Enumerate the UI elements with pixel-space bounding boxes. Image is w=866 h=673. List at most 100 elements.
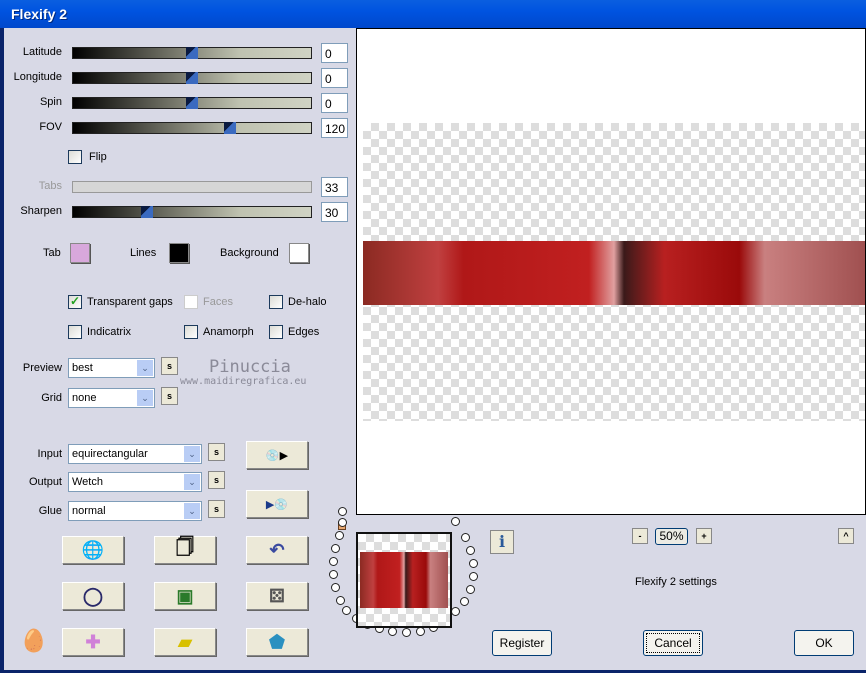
output-dropdown[interactable]: Wetch ⌄ bbox=[68, 472, 202, 492]
background-color-swatch[interactable] bbox=[289, 243, 309, 263]
rotation-dot[interactable] bbox=[335, 531, 344, 540]
input-value: equirectangular bbox=[72, 448, 148, 460]
grid-dropdown[interactable]: none ⌄ bbox=[68, 388, 155, 408]
grid-save-button[interactable]: s bbox=[161, 387, 178, 405]
input-dropdown[interactable]: equirectangular ⌄ bbox=[68, 444, 202, 464]
load-preset-button[interactable]: 💿▶ bbox=[246, 441, 308, 469]
rotation-dot[interactable] bbox=[388, 627, 397, 636]
preview-canvas[interactable] bbox=[356, 28, 866, 515]
checkmark-icon: ✓ bbox=[70, 294, 81, 308]
brick-icon: ▰ bbox=[178, 631, 192, 652]
fov-slider-thumb[interactable] bbox=[224, 122, 237, 134]
input-save-button[interactable]: s bbox=[208, 443, 225, 461]
mini-preview[interactable] bbox=[356, 532, 452, 628]
rotation-dot[interactable] bbox=[460, 597, 469, 606]
rotation-dot[interactable] bbox=[469, 572, 478, 581]
sharpen-label: Sharpen bbox=[20, 205, 62, 217]
de-halo-label: De-halo bbox=[288, 296, 327, 308]
pentagon-button[interactable]: ⬟ bbox=[246, 628, 308, 656]
longitude-label: Longitude bbox=[13, 71, 62, 83]
anamorph-label: Anamorph bbox=[203, 326, 254, 338]
latitude-value-field[interactable]: 0 bbox=[321, 43, 348, 63]
cross-button[interactable]: ✚ bbox=[62, 628, 124, 656]
torus-button[interactable]: ◯ bbox=[62, 582, 124, 610]
transparent-gaps-checkbox[interactable]: ✓ bbox=[68, 294, 82, 309]
chevron-down-icon: ⌄ bbox=[184, 446, 200, 462]
latitude-slider[interactable] bbox=[72, 47, 312, 59]
rotation-dot[interactable] bbox=[466, 585, 475, 594]
flip-checkbox[interactable] bbox=[68, 150, 82, 164]
collapse-button[interactable]: ^ bbox=[838, 528, 854, 544]
undo-icon: ↶ bbox=[269, 539, 285, 560]
register-button[interactable]: Register bbox=[492, 630, 552, 656]
spin-slider-thumb[interactable] bbox=[186, 97, 198, 109]
spin-label: Spin bbox=[39, 96, 62, 108]
anamorph-checkbox[interactable] bbox=[184, 325, 198, 339]
cancel-button[interactable]: Cancel bbox=[643, 630, 703, 656]
longitude-value-field[interactable]: 0 bbox=[321, 68, 348, 88]
cross-icon: ✚ bbox=[85, 631, 101, 652]
lines-color-swatch[interactable] bbox=[169, 243, 189, 263]
info-button[interactable]: i bbox=[490, 530, 514, 554]
rotation-dot[interactable] bbox=[338, 518, 347, 527]
latitude-slider-thumb[interactable] bbox=[186, 47, 198, 59]
zoom-out-button[interactable]: - bbox=[632, 528, 648, 544]
rotation-dot[interactable] bbox=[342, 606, 351, 615]
longitude-slider[interactable] bbox=[72, 72, 312, 84]
undo-button[interactable]: ↶ bbox=[246, 536, 308, 564]
indicatrix-checkbox[interactable] bbox=[68, 325, 82, 339]
zoom-in-button[interactable]: + bbox=[696, 528, 712, 544]
effects-icon: 🌐 bbox=[81, 539, 105, 560]
flip-label: Flip bbox=[89, 151, 107, 163]
dice-button[interactable]: ⚄ bbox=[246, 582, 308, 610]
sharpen-value-field[interactable]: 30 bbox=[321, 202, 348, 222]
glue-save-button[interactable]: s bbox=[208, 500, 225, 518]
longitude-slider-thumb[interactable] bbox=[186, 72, 198, 84]
de-halo-checkbox[interactable] bbox=[269, 295, 283, 309]
background-color-label: Background bbox=[220, 247, 279, 259]
tabs-value-field[interactable]: 33 bbox=[321, 177, 348, 197]
dice-icon: ⚄ bbox=[269, 585, 285, 606]
glue-label: Glue bbox=[38, 505, 62, 517]
ok-button[interactable]: OK bbox=[794, 630, 854, 656]
fov-value-field[interactable]: 120 bbox=[321, 118, 348, 138]
rotation-dot[interactable] bbox=[338, 507, 347, 516]
rotation-dot[interactable] bbox=[329, 557, 338, 566]
output-save-button[interactable]: s bbox=[208, 471, 225, 489]
tabs-label: Tabs bbox=[38, 180, 62, 192]
sharpen-slider-thumb[interactable] bbox=[140, 206, 153, 218]
save-preset-button[interactable]: ▶💿 bbox=[246, 490, 308, 518]
rotation-dot[interactable] bbox=[451, 517, 460, 526]
tab-color-swatch[interactable] bbox=[70, 243, 90, 263]
preview-save-button[interactable]: s bbox=[161, 357, 178, 375]
rotation-dot[interactable] bbox=[466, 546, 475, 555]
fov-slider[interactable] bbox=[72, 122, 312, 134]
edges-label: Edges bbox=[288, 326, 320, 338]
brick-button[interactable]: ▰ bbox=[154, 628, 216, 656]
rotation-dot[interactable] bbox=[331, 544, 340, 553]
preview-label: Preview bbox=[22, 362, 62, 374]
rotation-dot[interactable] bbox=[416, 627, 425, 636]
edges-checkbox[interactable] bbox=[269, 325, 283, 339]
grid-value: none bbox=[72, 392, 97, 404]
copy-button[interactable]: 🗍 bbox=[154, 536, 216, 564]
rotation-dot[interactable] bbox=[402, 628, 411, 637]
rotation-dot[interactable] bbox=[469, 559, 478, 568]
fov-label: FOV bbox=[39, 121, 62, 133]
sharpen-slider[interactable] bbox=[72, 206, 312, 218]
glue-dropdown[interactable]: normal ⌄ bbox=[68, 501, 202, 521]
square-button[interactable]: ▣ bbox=[154, 582, 216, 610]
spin-value-field[interactable]: 0 bbox=[321, 93, 348, 113]
lines-color-label: Lines bbox=[130, 247, 157, 259]
rotation-dot[interactable] bbox=[461, 533, 470, 542]
spin-slider[interactable] bbox=[72, 97, 312, 109]
rotation-dot[interactable] bbox=[331, 583, 340, 592]
rotation-dot[interactable] bbox=[329, 570, 338, 579]
chevron-down-icon: ⌄ bbox=[184, 503, 200, 519]
effects-button[interactable]: 🌐 bbox=[62, 536, 124, 564]
rotation-dot[interactable] bbox=[336, 596, 345, 605]
preview-dropdown[interactable]: best ⌄ bbox=[68, 358, 155, 378]
faces-checkbox bbox=[184, 295, 198, 309]
chevron-down-icon: ⌄ bbox=[137, 360, 153, 376]
rotation-dot[interactable] bbox=[451, 607, 460, 616]
